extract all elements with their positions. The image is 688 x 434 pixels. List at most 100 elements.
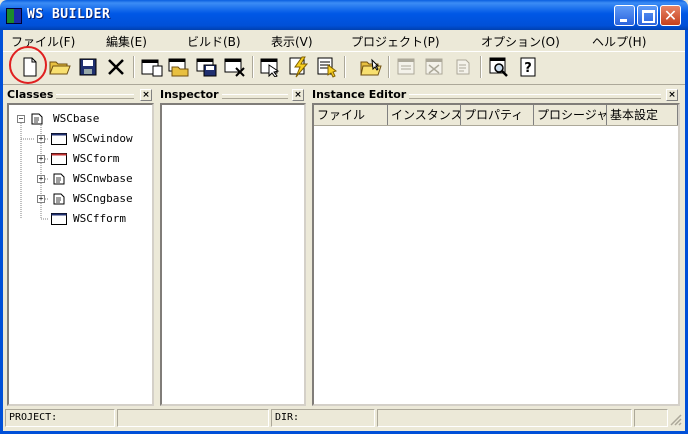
minimize-icon [620,19,627,22]
app-window: WS BUILDER ✕ ファイル(F) 編集(E) ビルド(B) 表示(V) … [0,0,688,434]
menu-bar: ファイル(F) 編集(E) ビルド(B) 表示(V) プロジェクト(P) オプシ… [3,31,685,49]
toolbar: ? [3,51,685,85]
disabled-list-button [451,55,475,79]
class-doc-icon [53,173,65,185]
maximize-icon [642,10,655,23]
status-bar: PROJECT: DIR: [3,408,685,430]
window-title: WS BUILDER [27,7,111,22]
build-button[interactable] [287,55,311,79]
delete-button[interactable] [104,55,128,79]
minimize-button[interactable] [614,5,635,26]
save-icon [79,58,97,76]
disabled-form-icon [397,58,415,75]
highlight-circle [9,46,47,84]
open-form-button[interactable] [167,55,191,79]
classes-pane-header: Classes × [7,88,154,102]
menu-build[interactable]: ビルド(B) [187,33,241,50]
save-button[interactable] [76,55,100,79]
title-bar[interactable]: WS BUILDER ✕ [0,0,688,30]
expand-toggle[interactable]: + [37,175,45,183]
preview-icon [489,57,508,77]
open-folder-button[interactable] [48,55,72,79]
open-project-folder-button[interactable] [359,55,383,79]
collapse-toggle[interactable]: − [17,115,25,123]
tree-item-label: WSCngbase [73,192,133,205]
tree-item-wscbase[interactable]: − WSCbase [9,111,149,127]
tab-procedure[interactable]: プロシージャ [534,105,607,125]
status-extra [634,409,668,427]
help-button[interactable]: ? [516,55,540,79]
inspector-pane-title: Inspector [160,88,222,101]
window-icon [51,213,67,225]
expand-toggle[interactable]: + [37,155,45,163]
menu-project[interactable]: プロジェクト(P) [351,33,440,50]
tree-item-label: WSCwindow [73,132,133,145]
build-icon [289,56,309,78]
preview-button[interactable] [487,55,511,79]
disabled-list-icon [456,59,470,75]
save-form-icon [196,58,217,77]
inspector-pane-close-button[interactable]: × [292,89,304,101]
close-form-button[interactable] [223,55,247,79]
disabled-form-button [395,55,419,79]
instance-editor-pane-close-button[interactable]: × [666,89,678,101]
tree-item-label: WSCform [73,152,120,165]
close-icon: ✕ [663,6,678,25]
maximize-button[interactable] [637,5,658,26]
tab-basic-settings[interactable]: 基本設定 [607,105,678,125]
disabled-class-button [423,55,447,79]
open-project-folder-icon [360,58,382,76]
tree-item-wscwindow[interactable]: + WSCwindow [9,131,149,147]
toolbar-separator [133,56,135,78]
toolbar-separator [388,56,390,78]
new-form-button[interactable] [140,55,164,79]
pane-grip [51,94,134,99]
disabled-class-icon [425,58,443,75]
help-icon: ? [520,57,536,77]
menu-view[interactable]: 表示(V) [271,33,313,50]
status-project: PROJECT: [5,409,115,427]
menu-help[interactable]: ヘルプ(H) [592,33,646,50]
run-button[interactable] [315,55,339,79]
new-form-icon [141,59,163,77]
toolbar-separator [252,56,254,78]
status-dir: DIR: [271,409,375,427]
tree-item-wscngbase[interactable]: + WSCngbase [9,191,149,207]
tree-item-label: WSCnwbase [73,172,133,185]
inspect-button[interactable] [259,55,283,79]
instance-editor-panel[interactable]: ファイル インスタンス プロパティ プロシージャ 基本設定 [312,103,680,406]
open-folder-icon [49,61,71,75]
open-form-icon [168,58,189,77]
toolbar-separator [344,56,346,78]
inspector-panel[interactable] [160,103,306,406]
class-doc-icon [53,193,65,205]
classes-pane-close-button[interactable]: × [140,89,152,101]
tree-item-label: WSCbase [53,112,100,125]
tree-item-label: WSCfform [73,212,126,225]
tab-instance[interactable]: インスタンス [388,105,461,125]
menu-edit[interactable]: 編集(E) [106,33,147,50]
form-icon [51,153,67,165]
expand-toggle[interactable]: + [37,195,45,203]
tree-item-wscnwbase[interactable]: + WSCnwbase [9,171,149,187]
tab-property[interactable]: プロパティ [461,105,534,125]
toolbar-separator [480,56,482,78]
pane-grip [406,94,661,99]
status-project-value [117,409,269,427]
tree-item-wscform[interactable]: + WSCform [9,151,149,167]
instance-editor-pane-header: Instance Editor × [312,88,680,102]
run-icon [317,57,338,78]
resize-grip-icon[interactable] [670,414,682,426]
app-logo-icon [6,8,22,24]
svg-text:?: ? [524,61,532,76]
close-button[interactable]: ✕ [660,5,681,26]
tab-file[interactable]: ファイル [314,105,388,125]
class-doc-icon [31,113,43,125]
classes-tree-panel[interactable]: − WSCbase + WSCwindow + WSCform + WSCnwb… [7,103,154,406]
instance-editor-pane-title: Instance Editor [312,88,410,101]
tree-item-wscfform[interactable]: WSCfform [9,211,149,227]
expand-toggle[interactable]: + [37,135,45,143]
save-form-button[interactable] [195,55,219,79]
menu-options[interactable]: オプション(O) [481,33,560,50]
delete-icon [108,59,124,75]
